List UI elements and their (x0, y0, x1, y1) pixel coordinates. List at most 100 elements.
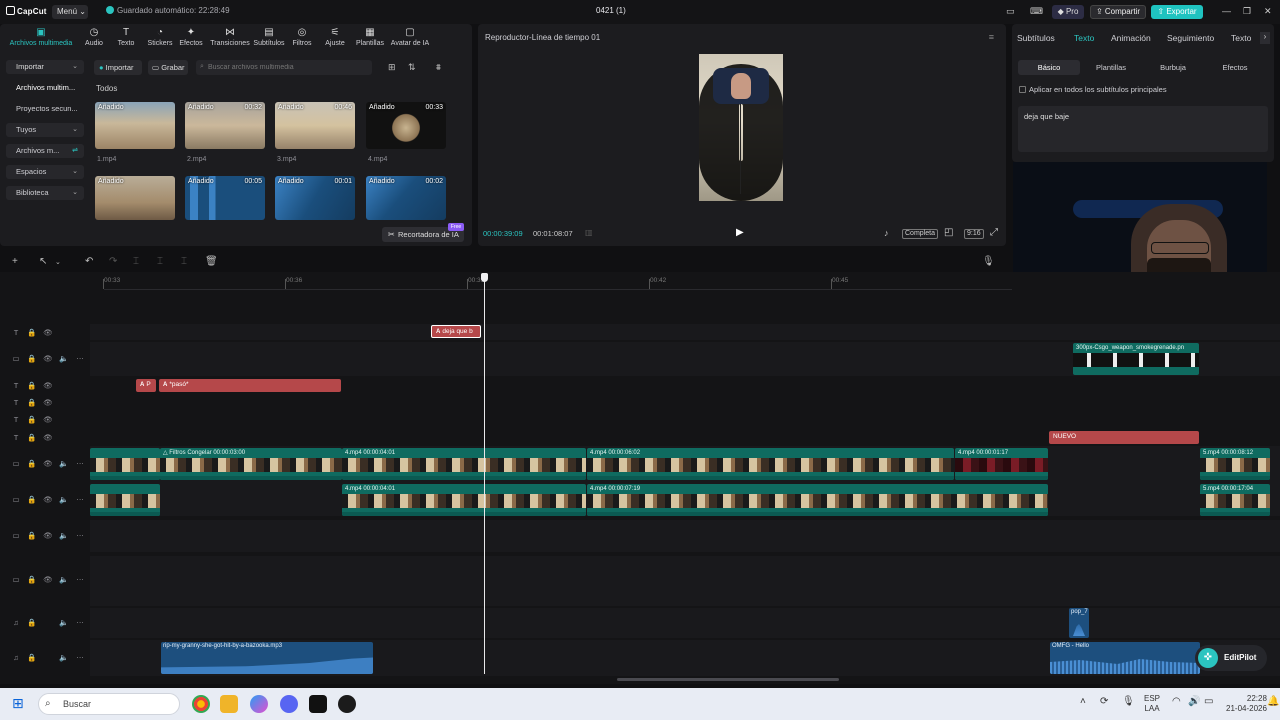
eye-icon[interactable]: 👁 (40, 459, 56, 468)
video-clip[interactable]: 4.mp4 00:00:04:01 (342, 448, 586, 480)
tab-animation[interactable]: Animación (1111, 33, 1151, 43)
more-icon[interactable]: ⋯ (72, 653, 88, 662)
taskbar-search[interactable]: Buscar (38, 693, 180, 715)
sidebar-item-media[interactable]: Archivos multim... (6, 81, 84, 95)
eye-icon[interactable]: 👁 (40, 328, 56, 337)
freeze-clip[interactable]: △ Filtros Congelar 00:00:03:00 (160, 448, 342, 480)
subtab-basic[interactable]: Básico (1018, 60, 1080, 75)
media-item[interactable]: Añadido (95, 102, 175, 149)
tab-subtitles[interactable]: ▤ Subtítulos (252, 24, 286, 52)
chevron-up-icon[interactable]: ˄ (1080, 696, 1086, 707)
select-cursor-icon[interactable]: ↖ (39, 256, 47, 267)
video-clip[interactable]: 5.mp4 00:00:08:12 (1200, 448, 1270, 480)
copilot-icon[interactable] (250, 695, 268, 713)
video-clip[interactable] (90, 448, 160, 480)
maximize-icon[interactable]: ❐ (1243, 6, 1251, 17)
undo-icon[interactable]: ↶ (85, 256, 93, 267)
tab-text-more[interactable]: Texto (1231, 33, 1251, 43)
media-item[interactable]: Añadido 00:02 (366, 176, 446, 220)
minimize-icon[interactable]: — (1222, 6, 1231, 16)
eye-icon[interactable]: 👁 (40, 531, 56, 540)
split-left-icon[interactable]: ⌶ (157, 256, 163, 267)
video-clip[interactable]: 4.mp4 00:00:04:01 (342, 484, 586, 516)
tab-transitions[interactable]: ⋈ Transiciones (208, 24, 252, 52)
subtab-effects[interactable]: Efectos (1204, 60, 1266, 75)
text-clip[interactable]: AP (136, 379, 156, 392)
more-icon[interactable]: ⋯ (72, 495, 88, 504)
windows-start-icon[interactable]: ⊞ (12, 695, 24, 712)
speaker-icon[interactable]: 🔈 (56, 354, 72, 363)
sync-icon[interactable]: ⟳ (1100, 696, 1108, 707)
timeline-grid-icon[interactable]: ▥ (585, 228, 593, 237)
battery-icon[interactable]: ▭ (1204, 696, 1213, 707)
eye-icon[interactable]: 👁 (40, 398, 56, 407)
speaker-icon[interactable]: 🔈 (56, 531, 72, 540)
text-content-field[interactable]: deja que baje (1018, 106, 1268, 152)
split-right-icon[interactable]: ⌶ (181, 256, 187, 267)
more-icon[interactable]: ⋯ (72, 459, 88, 468)
zoom-select[interactable]: Completa (902, 229, 938, 239)
eye-icon[interactable]: 👁 (40, 575, 56, 584)
filter-icon[interactable]: ⩩ (436, 62, 441, 73)
tab-filters[interactable]: ◎ Filtros (286, 24, 318, 52)
record-button[interactable]: ▭ Grabar (148, 60, 188, 75)
playhead[interactable] (484, 276, 485, 674)
lock-icon[interactable]: 🔒 (24, 398, 40, 407)
lock-icon[interactable]: 🔒 (24, 575, 40, 584)
export-button[interactable]: ⇧ Exportar (1151, 5, 1203, 19)
tab-tracking[interactable]: Seguimiento (1167, 33, 1214, 43)
audio-clip[interactable]: OMFG - Hello (1050, 642, 1200, 674)
text-clip[interactable]: NUEVO (1049, 431, 1199, 444)
tab-stickers[interactable]: ◔ Stickers (146, 24, 174, 52)
text-clip-selected[interactable]: Adeja que b (431, 325, 481, 338)
more-icon[interactable]: ⋯ (72, 531, 88, 540)
chevron-down-icon[interactable]: ⌄ (55, 258, 61, 266)
timeline-scrollbar[interactable] (617, 678, 839, 681)
media-item[interactable]: Añadido (95, 176, 175, 220)
sticker-clip[interactable]: 300px-Csgo_weapon_smokegrenade.pn (1073, 343, 1199, 375)
audio-sync-icon[interactable]: ♪ (884, 228, 889, 238)
tab-text[interactable]: Texto (1074, 33, 1094, 43)
lock-icon[interactable]: 🔒 (24, 653, 40, 662)
speaker-icon[interactable]: 🔈 (56, 653, 72, 662)
eye-icon[interactable]: 👁 (40, 495, 56, 504)
sidebar-item-subprojects[interactable]: Proyectos secun... (6, 102, 84, 116)
speaker-icon[interactable]: 🔈 (56, 459, 72, 468)
video-preview[interactable] (699, 54, 783, 201)
lock-icon[interactable]: 🔒 (24, 415, 40, 424)
tab-effects[interactable]: ✦ Efectos (174, 24, 208, 52)
tab-adjust[interactable]: ⚟ Ajuste (318, 24, 352, 52)
import-button[interactable]: ● Importar (94, 60, 142, 75)
subtab-templates[interactable]: Plantillas (1080, 60, 1142, 75)
audio-clip[interactable]: pop_7 (1069, 608, 1089, 638)
lock-icon[interactable]: 🔒 (24, 495, 40, 504)
discord-icon[interactable] (280, 695, 298, 713)
lock-icon[interactable]: 🔒 (24, 618, 40, 627)
subtab-bubble[interactable]: Burbuja (1142, 60, 1204, 75)
video-clip[interactable]: 4.mp4 00:00:07:19 (587, 484, 1048, 516)
sidebar-item-yours[interactable]: Tuyos ⌄ (6, 123, 84, 137)
sort-icon[interactable]: ⇅ (408, 62, 416, 73)
lock-icon[interactable]: 🔒 (24, 459, 40, 468)
close-icon[interactable]: ✕ (1264, 6, 1272, 17)
speaker-icon[interactable]: 🔈 (56, 618, 72, 627)
keyboard-icon[interactable]: ⌨ (1030, 6, 1043, 17)
menu-icon[interactable]: ≡ (989, 32, 994, 42)
delete-icon[interactable]: 🗑 (205, 256, 218, 267)
microphone-icon[interactable]: 🎙 (982, 256, 995, 267)
audio-clip[interactable]: rip-my-granny-she-got-hit-by-a-bazooka.m… (161, 642, 373, 674)
wifi-icon[interactable]: ◠ (1172, 696, 1181, 707)
text-clip[interactable]: A *pasó* (159, 379, 341, 392)
chrome-icon[interactable] (192, 695, 210, 713)
tab-audio[interactable]: ◷ Audio (82, 24, 106, 52)
video-clip[interactable]: 4.mp4 00:00:06:02 (587, 448, 954, 480)
tab-text[interactable]: T Texto (106, 24, 146, 52)
fullscreen-icon[interactable]: ⤢ (990, 227, 998, 238)
video-clip[interactable]: 4.mp4 00:00:01:17 (955, 448, 1048, 480)
apply-all-checkbox[interactable]: Aplicar en todos los subtítulos principa… (1019, 85, 1167, 94)
eye-icon[interactable]: 👁 (40, 381, 56, 390)
layout-icon[interactable]: ▭ (1006, 6, 1015, 17)
redo-icon[interactable]: ↷ (109, 256, 117, 267)
tab-media[interactable]: ▣ Archivos multimedia (0, 24, 82, 52)
lock-icon[interactable]: 🔒 (24, 354, 40, 363)
